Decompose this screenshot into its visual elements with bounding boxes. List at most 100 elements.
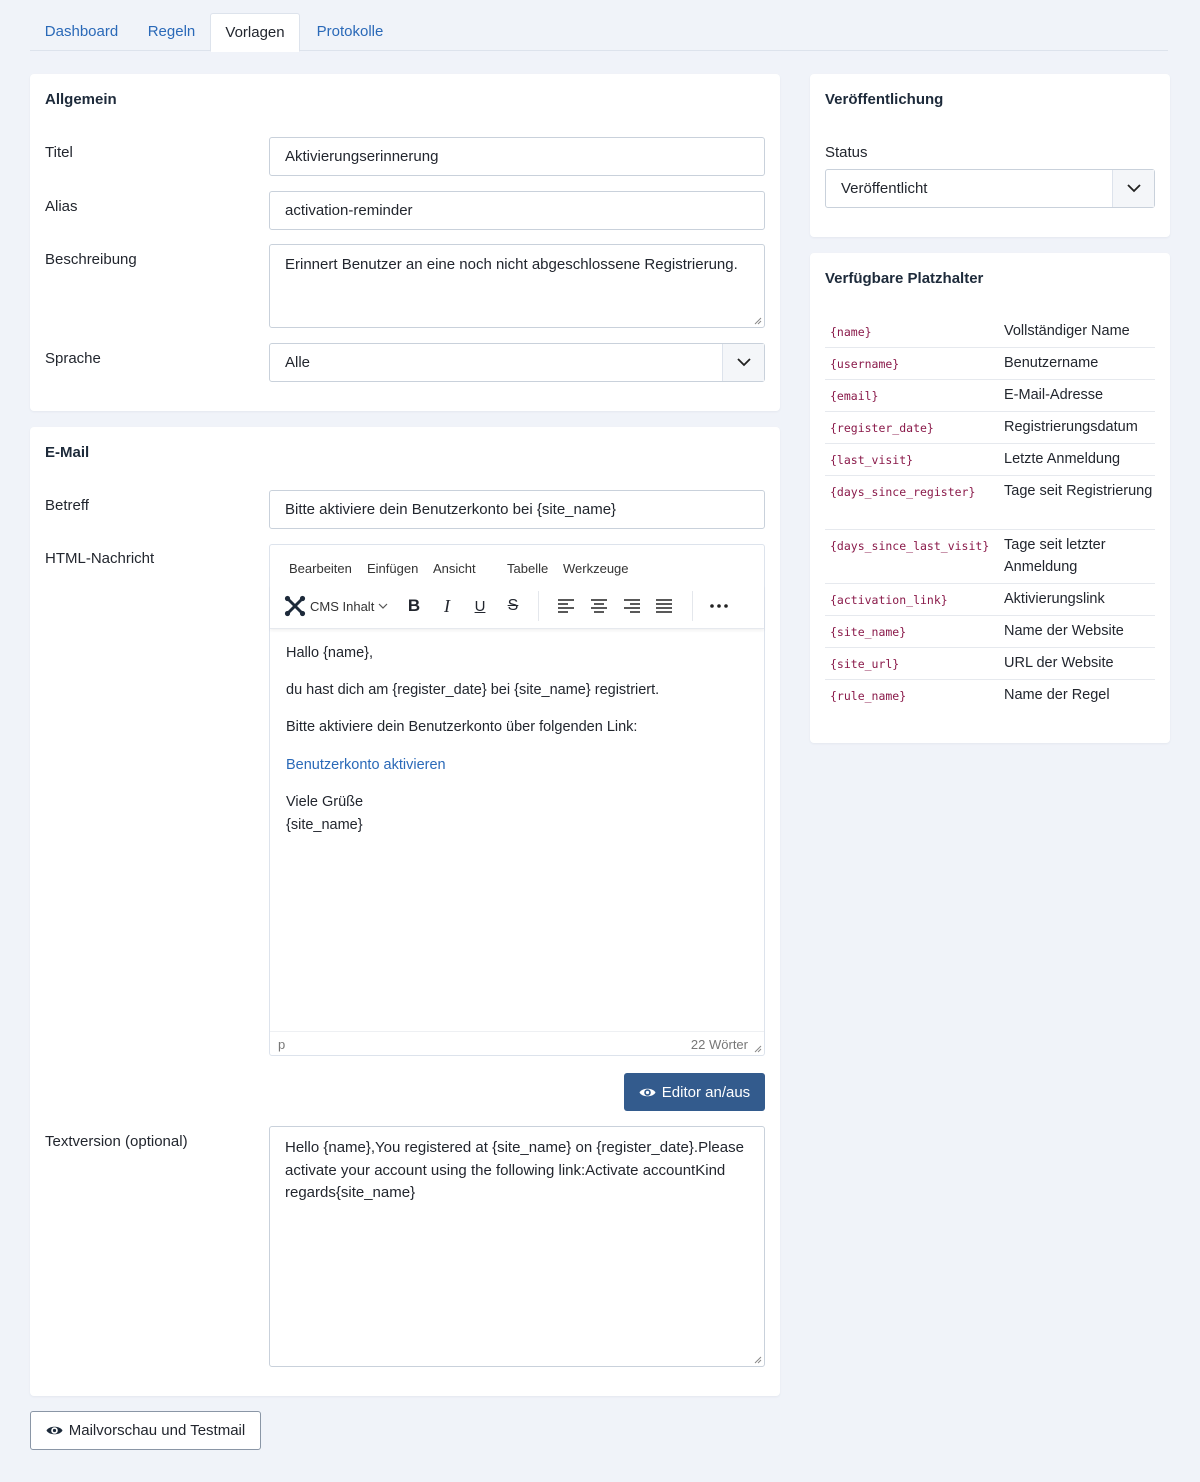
activation-link[interactable]: Benutzerkonto aktivieren (286, 757, 446, 773)
eye-icon (639, 1088, 656, 1096)
align-right-icon[interactable] (624, 595, 640, 617)
placeholder-code[interactable]: {days_since_register} (830, 485, 975, 499)
editor-toolbar: CMS Inhalt B I U S (270, 585, 764, 629)
align-left-icon[interactable] (558, 595, 574, 617)
tab-dashboard[interactable]: Dashboard (30, 13, 133, 51)
mail-preview-label: Mailvorschau und Testmail (68, 1422, 246, 1439)
placeholder-desc: Name der Website (1004, 623, 1124, 639)
placeholder-code[interactable]: {site_url} (830, 657, 899, 671)
resize-handle-icon[interactable] (754, 1356, 762, 1364)
html-editor[interactable]: Bearbeiten Einfügen Ansicht Tabelle Werk… (269, 544, 765, 1056)
placeholder-code[interactable]: {activation_link} (830, 593, 948, 607)
publishing-card-title: Veröffentlichung (825, 91, 944, 108)
placeholder-desc: URL der Website (1004, 655, 1114, 671)
resize-handle-icon[interactable] (754, 317, 762, 325)
status-label: Status (825, 144, 868, 161)
table-row: {days_since_last_visit} Tage seit letzter… (825, 530, 1155, 584)
table-row: {site_name} Name der Website (825, 616, 1155, 648)
text-version-textarea[interactable]: Hello {name},You registered at {site_nam… (269, 1126, 765, 1367)
html-message-label: HTML-Nachricht (45, 550, 155, 567)
cms-content-label: CMS Inhalt (310, 598, 375, 614)
align-center-icon[interactable] (591, 595, 607, 617)
placeholder-code[interactable]: {username} (830, 357, 899, 371)
title-label: Titel (45, 144, 73, 161)
menu-tools[interactable]: Werkzeuge (563, 561, 629, 576)
more-options-icon[interactable] (710, 595, 728, 617)
toggle-editor-button[interactable]: Editor an/aus (624, 1073, 765, 1111)
tab-bar: Dashboard Regeln Vorlagen Protokolle (30, 13, 1168, 52)
placeholder-code[interactable]: {name} (830, 325, 872, 339)
chevron-down-icon[interactable] (722, 344, 764, 381)
tab-templates[interactable]: Vorlagen (210, 13, 300, 52)
placeholder-desc: Letzte Anmeldung (1004, 451, 1121, 467)
strikethrough-icon[interactable]: S (504, 595, 522, 617)
word-count[interactable]: 22 Wörter (691, 1037, 748, 1052)
element-path[interactable]: p (278, 1037, 285, 1052)
general-card-title: Allgemein (45, 91, 117, 108)
description-textarea[interactable]: Erinnert Benutzer an eine noch nicht abg… (269, 244, 765, 328)
placeholder-code[interactable]: {rule_name} (830, 689, 906, 703)
title-input[interactable]: Aktivierungserinnerung (269, 137, 765, 176)
placeholder-desc: Tage seit letzter Anmeldung (1004, 537, 1106, 575)
alias-label: Alias (45, 198, 78, 215)
status-select-value: Veröffentlicht (841, 180, 928, 197)
cms-content-button[interactable]: CMS Inhalt (284, 595, 388, 617)
table-row: {rule_name} Name der Regel (825, 680, 1155, 712)
placeholder-desc: Aktivierungslink (1004, 591, 1105, 607)
email-card-title: E-Mail (45, 444, 90, 461)
menu-insert[interactable]: Einfügen (367, 561, 418, 576)
description-text: Erinnert Benutzer an eine noch nicht abg… (285, 256, 738, 273)
body-greeting: Hallo {name}, (286, 645, 374, 661)
publishing-card: Veröffentlichung Status Veröffentlicht (810, 74, 1170, 237)
tab-logs[interactable]: Protokolle (300, 13, 400, 51)
placeholder-code[interactable]: {site_name} (830, 625, 906, 639)
toolbar-separator (538, 591, 539, 621)
table-row: {days_since_register} Tage seit Registrie… (825, 476, 1155, 530)
subject-label: Betreff (45, 497, 89, 514)
body-line2: Bitte aktiviere dein Benutzerkonto über … (286, 719, 638, 735)
placeholder-desc: Name der Regel (1004, 687, 1110, 703)
body-signature: {site_name} (286, 817, 363, 833)
placeholder-code[interactable]: {register_date} (830, 421, 934, 435)
table-row: {register_date} Registrierungsdatum (825, 412, 1155, 444)
table-row: {name} Vollständiger Name (825, 317, 1155, 348)
editor-statusbar: p 22 Wörter (270, 1031, 764, 1055)
placeholder-code[interactable]: {days_since_last_visit} (830, 539, 989, 553)
placeholders-card: Verfügbare Platzhalter {name} Vollständig… (810, 253, 1170, 743)
align-justify-icon[interactable] (656, 595, 672, 617)
description-label: Beschreibung (45, 251, 137, 268)
language-label: Sprache (45, 350, 101, 367)
placeholder-table: {name} Vollständiger Name {username} Benut… (825, 317, 1155, 712)
text-version-label: Textversion (optional) (45, 1133, 188, 1150)
language-select[interactable]: Alle (269, 343, 765, 382)
placeholder-code[interactable]: {last_visit} (830, 453, 913, 467)
alias-input[interactable]: activation-reminder (269, 191, 765, 230)
table-row: {activation_link} Aktivierungslink (825, 584, 1155, 616)
menu-edit[interactable]: Bearbeiten (289, 561, 352, 576)
chevron-down-icon (378, 603, 388, 609)
mail-preview-button[interactable]: Mailvorschau und Testmail (30, 1411, 261, 1450)
toggle-editor-label: Editor an/aus (661, 1083, 751, 1101)
placeholder-desc: Tage seit Registrierung (1004, 483, 1153, 499)
placeholder-desc: E-Mail-Adresse (1004, 387, 1104, 403)
body-line1: du hast dich am {register_date} bei {sit… (286, 682, 660, 698)
status-select[interactable]: Veröffentlicht (825, 169, 1155, 208)
language-select-value: Alle (285, 354, 311, 371)
email-card: E-Mail Betreff Bitte aktiviere dein Benu… (30, 427, 780, 1396)
placeholder-code[interactable]: {email} (830, 389, 878, 403)
subject-input[interactable]: Bitte aktiviere dein Benutzerkonto bei {… (269, 490, 765, 529)
general-card: Allgemein Titel Aktivierungserinnerung A… (30, 74, 780, 411)
chevron-down-icon[interactable] (1112, 170, 1154, 207)
placeholder-desc: Benutzername (1004, 355, 1099, 371)
toolbar-separator (692, 591, 693, 621)
resize-handle-icon[interactable] (754, 1045, 762, 1053)
table-row: {site_url} URL der Website (825, 648, 1155, 680)
bold-icon[interactable]: B (406, 595, 422, 617)
body-closing: Viele Grüße (286, 794, 364, 810)
underline-icon[interactable]: U (472, 595, 488, 617)
menu-table[interactable]: Tabelle (507, 561, 548, 576)
italic-icon[interactable]: I (439, 595, 455, 617)
menu-view[interactable]: Ansicht (433, 561, 476, 576)
tab-rules[interactable]: Regeln (133, 13, 210, 51)
eye-icon (46, 1426, 63, 1435)
